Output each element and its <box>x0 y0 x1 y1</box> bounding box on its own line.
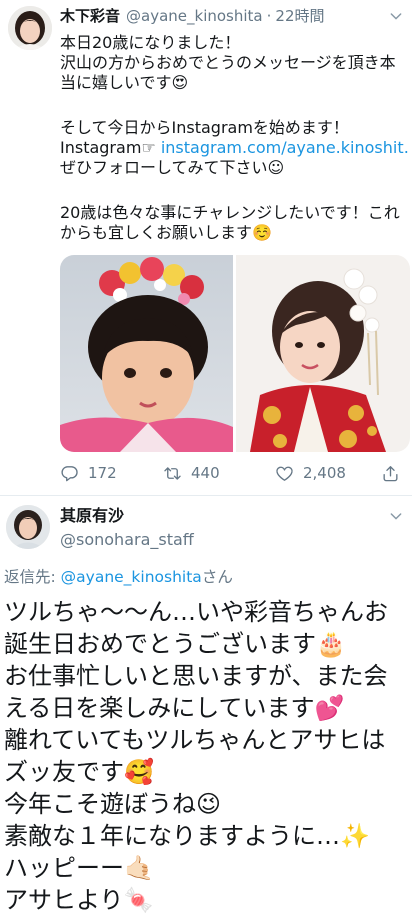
reply-line: 今年こそ遊ぼうね😉 <box>4 790 222 818</box>
eye-right <box>160 368 172 378</box>
reply-action[interactable]: 172 <box>60 463 117 483</box>
reply-line: 素敵な１年になりますように…✨ <box>4 822 370 850</box>
tweet-line: ぜひフォローしてみて下さい☺ <box>60 158 285 177</box>
tweet-line: 本日20歳になりました！ <box>60 33 241 52</box>
tweet-menu-button[interactable] <box>388 8 404 24</box>
reply-line: ツルちゃ〜〜ん…いや彩音ちゃんお <box>4 598 388 626</box>
retweet-icon <box>164 466 181 480</box>
tweet-divider <box>0 495 412 496</box>
replying-to-handle[interactable]: @ayane_kinoshita <box>61 568 202 586</box>
like-action[interactable]: 2,408 <box>275 463 346 483</box>
avatar-image <box>6 505 50 549</box>
like-count: 2,408 <box>303 464 346 482</box>
tweet-line: 沢山の方からおめでとうのメッセージを頂き本 <box>60 53 396 72</box>
retweet-action[interactable]: 440 <box>163 463 220 483</box>
replying-to: 返信先: @ayane_kinoshitaさん <box>4 567 233 587</box>
reply-line: ズッ友です🥰 <box>4 758 154 786</box>
author-handle[interactable]: @ayane_kinoshita <box>126 6 263 26</box>
replying-to-label: 返信先: <box>4 568 61 586</box>
share-icon <box>383 465 398 481</box>
link-prefix: Instagram☞ <box>60 138 161 157</box>
tweet-text: 本日20歳になりました！ 沢山の方からおめでとうのメッセージを頂き本 当に嬉しい… <box>60 33 408 243</box>
tweet-line: からも宜しくお願いします☺️ <box>60 223 272 242</box>
tweet-line: 当に嬉しいです😍 <box>60 73 189 92</box>
heart-icon <box>276 466 293 481</box>
tweet-paragraph: 20歳は色々な事にチャレンジしたいです！これ からも宜しくお願いします☺️ <box>60 203 408 243</box>
reply-count: 172 <box>88 464 117 482</box>
avatar-sonohara[interactable] <box>6 505 50 549</box>
tweet-line: 20歳は色々な事にチャレンジしたいです！これ <box>60 203 400 222</box>
reply-text: ツルちゃ〜〜ん…いや彩音ちゃんお 誕生日おめでとうございます🎂 お仕事忙しいと思… <box>4 596 408 916</box>
eye-left <box>124 368 136 378</box>
reply-line: お仕事忙しいと思いますが、また会 <box>4 662 388 690</box>
reply-line: 離れていてもツルちゃんとアサヒは <box>4 726 386 754</box>
reply-menu-button[interactable] <box>388 508 404 524</box>
photo-furisode-image <box>236 255 410 452</box>
eye-left <box>295 342 303 348</box>
photo-furisode[interactable] <box>236 255 410 452</box>
photo-childhood-image <box>60 255 233 452</box>
instagram-link[interactable]: instagram.com/ayane.kinoshit… <box>161 138 408 157</box>
separator-dot: · <box>266 7 272 25</box>
reply-author-name[interactable]: 其原有沙 <box>60 506 124 526</box>
chevron-down-icon <box>390 13 402 20</box>
share-action[interactable] <box>381 463 409 483</box>
photo-childhood[interactable] <box>60 255 233 452</box>
replying-to-suffix: さん <box>201 568 233 586</box>
reply-line: 誕生日おめでとうございます🎂 <box>4 630 346 658</box>
timeline: 木下彩音 @ayane_kinoshita · 22時間 本日20歳になりました… <box>0 0 412 918</box>
author-name[interactable]: 木下彩音 <box>60 6 120 26</box>
tweet-link-line: Instagram☞ instagram.com/ayane.kinoshit… <box>60 138 408 158</box>
tweet-line: そして今日からInstagramを始めます！ <box>60 118 349 137</box>
reply-line: ハッピーー🤙🏻 <box>4 854 154 882</box>
avatar-ayane[interactable] <box>8 6 52 50</box>
tweet-media <box>60 255 410 452</box>
tweet-paragraph: そして今日からInstagramを始めます！ Instagram☞ instag… <box>60 118 408 178</box>
reply-author-handle[interactable]: @sonohara_staff <box>60 530 194 550</box>
reply-line: える日を楽しみにしています💕 <box>4 694 345 722</box>
comment-icon <box>61 465 78 481</box>
tweet-timestamp[interactable]: 22時間 <box>275 6 324 26</box>
chevron-down-icon <box>390 513 402 520</box>
tweet-paragraph: 本日20歳になりました！ 沢山の方からおめでとうのメッセージを頂き本 当に嬉しい… <box>60 33 408 93</box>
reply-line: アサヒより🍬 <box>4 886 154 914</box>
avatar-image <box>8 6 52 50</box>
eye-right <box>317 342 325 348</box>
retweet-count: 440 <box>191 464 220 482</box>
tweet-header: 木下彩音 @ayane_kinoshita · 22時間 <box>60 6 325 26</box>
face <box>280 311 340 383</box>
